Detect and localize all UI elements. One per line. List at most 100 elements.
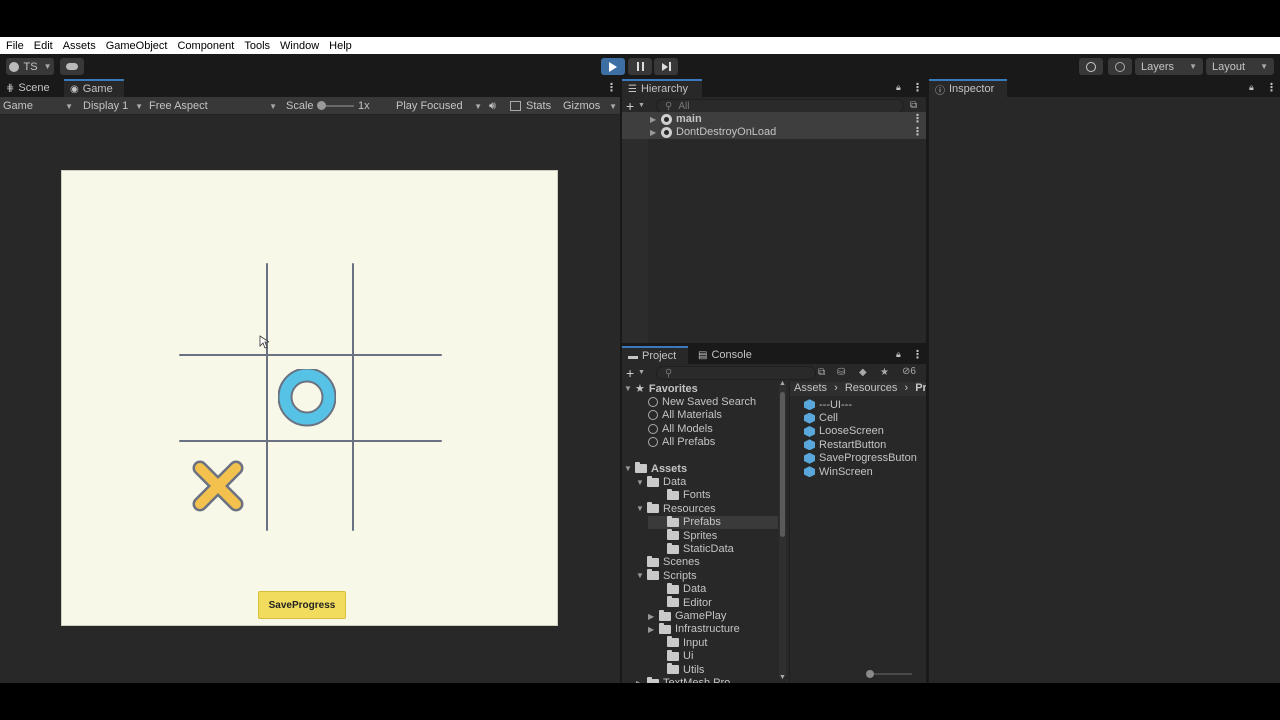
expand-arrow-icon[interactable]: ▶	[650, 128, 661, 137]
asset-folder-infrastructure[interactable]: ▶ Infrastructure	[648, 622, 740, 636]
scale-slider-handle[interactable]	[317, 101, 326, 110]
menu-file[interactable]: File	[4, 40, 30, 52]
o-piece-icon[interactable]	[278, 369, 336, 427]
asset-folder-resources[interactable]: ▼ Resources	[636, 502, 716, 515]
breadcrumb-item[interactable]: Pref	[915, 382, 926, 394]
tree-scrollbar[interactable]: ▲ ▼	[779, 380, 786, 681]
scroll-up-icon[interactable]: ▲	[779, 380, 786, 387]
lock-icon[interactable]: 🔒︎	[896, 82, 901, 93]
save-progress-button[interactable]: SaveProgress	[258, 591, 346, 619]
tab-hierarchy[interactable]: ☰ Hierarchy	[622, 79, 702, 97]
more-options-icon[interactable]: ⋮	[912, 112, 923, 125]
menu-edit[interactable]: Edit	[32, 40, 59, 52]
asset-folder-prefabs[interactable]: Prefabs	[648, 515, 778, 529]
chevron-down-icon[interactable]: ▼	[636, 504, 647, 513]
scene-visibility-icon[interactable]: ⧉	[910, 100, 917, 111]
hierarchy-item-dontdestroyonload[interactable]: ▶ DontDestroyOnLoad ⋮	[622, 125, 926, 139]
view-dropdown[interactable]: Game ▼	[3, 99, 73, 113]
expand-arrow-icon[interactable]: ▼	[624, 464, 635, 473]
chevron-right-icon[interactable]: ▶	[636, 679, 647, 683]
tab-console[interactable]: ▤ Console	[692, 346, 758, 364]
favorite-star-icon[interactable]: ★	[880, 367, 889, 378]
prefab-file[interactable]: Cell	[804, 411, 838, 424]
prefab-file[interactable]: LooseScreen	[804, 425, 884, 438]
hierarchy-search-input[interactable]: ⚲ All	[656, 99, 904, 113]
play-mode-dropdown[interactable]: Play Focused ▼	[396, 99, 482, 113]
cloud-button[interactable]	[60, 58, 84, 75]
asset-folder-fonts[interactable]: Fonts	[648, 488, 711, 502]
lock-icon[interactable]: 🔒︎	[896, 349, 901, 360]
tab-game[interactable]: ◉ Game	[64, 79, 124, 97]
gizmos-dropdown[interactable]: Gizmos ▼	[563, 99, 617, 113]
search-scope-icon[interactable]: ⧉	[818, 367, 825, 378]
stats-toggle-button[interactable]: Stats	[510, 99, 551, 113]
tab-scene[interactable]: ⋕ Scene	[0, 79, 56, 97]
account-dropdown[interactable]: TS ▼	[6, 58, 54, 75]
x-piece-icon[interactable]	[190, 458, 248, 516]
menu-gameobject[interactable]: GameObject	[104, 40, 174, 52]
assets-header[interactable]: ▼ Assets	[624, 462, 687, 475]
asset-folder-ui[interactable]: Ui	[648, 649, 693, 663]
filter-label-icon[interactable]: ◆	[859, 367, 867, 378]
hidden-packages-icon[interactable]: ⊘6	[902, 366, 916, 377]
chevron-down-icon[interactable]: ▼	[638, 369, 645, 376]
layers-dropdown[interactable]: Layers ▼	[1135, 58, 1203, 75]
icon-size-slider-track[interactable]	[868, 673, 912, 675]
prefab-file[interactable]: RestartButton	[804, 438, 886, 451]
project-search-input[interactable]: ⚲	[656, 366, 816, 380]
menu-help[interactable]: Help	[327, 40, 358, 52]
favorites-header[interactable]: ▼ ★ Favorites	[624, 382, 698, 396]
more-options-icon[interactable]: ⋮	[1266, 81, 1277, 94]
asset-folder-staticdata[interactable]: StaticData	[648, 542, 734, 555]
more-options-icon[interactable]: ⋮	[606, 81, 617, 94]
chevron-down-icon[interactable]: ▼	[636, 478, 647, 487]
add-icon[interactable]: +	[626, 365, 634, 381]
display-dropdown[interactable]: Display 1 ▼	[83, 99, 143, 113]
asset-folder-data[interactable]: Data	[648, 582, 706, 596]
layout-dropdown[interactable]: Layout ▼	[1206, 58, 1274, 75]
search-button[interactable]	[1108, 58, 1132, 75]
mute-audio-button[interactable]: 🔊︎	[489, 99, 496, 113]
more-options-icon[interactable]: ⋮	[912, 348, 923, 361]
chevron-down-icon[interactable]: ▼	[638, 102, 645, 109]
chevron-right-icon[interactable]: ▶	[648, 625, 659, 634]
asset-folder-textmesh-pro[interactable]: ▶ TextMesh Pro	[636, 676, 730, 683]
chevron-right-icon[interactable]: ▶	[648, 612, 659, 621]
breadcrumb-item[interactable]: Assets	[794, 382, 827, 394]
more-options-icon[interactable]: ⋮	[912, 125, 923, 138]
tree-scrollbar-thumb[interactable]	[780, 392, 785, 537]
asset-folder-scripts[interactable]: ▼ Scripts	[636, 569, 697, 582]
asset-folder-gameplay[interactable]: ▶ GamePlay	[648, 609, 726, 622]
asset-folder-data[interactable]: ▼ Data	[636, 475, 686, 488]
tree-divider[interactable]	[789, 382, 790, 683]
asset-folder-utils[interactable]: Utils	[648, 663, 704, 676]
filter-type-icon[interactable]: ⛁	[837, 367, 845, 378]
menu-component[interactable]: Component	[175, 40, 240, 52]
favorite-item[interactable]: All Materials	[648, 409, 722, 422]
prefab-file[interactable]: ---UI---	[804, 398, 852, 411]
aspect-dropdown[interactable]: Free Aspect ▼	[149, 99, 277, 113]
menu-window[interactable]: Window	[278, 40, 325, 52]
icon-size-slider-handle[interactable]	[866, 670, 874, 678]
step-button[interactable]	[654, 58, 678, 75]
menu-tools[interactable]: Tools	[242, 40, 276, 52]
expand-arrow-icon[interactable]: ▼	[624, 384, 635, 393]
game-viewport[interactable]: SaveProgress	[61, 170, 558, 626]
tab-inspector[interactable]: ⓘ Inspector	[929, 79, 1007, 97]
expand-arrow-icon[interactable]: ▶	[650, 115, 661, 124]
asset-folder-input[interactable]: Input	[648, 636, 707, 649]
more-options-icon[interactable]: ⋮	[912, 81, 923, 94]
prefab-file[interactable]: SaveProgressButon	[804, 452, 917, 465]
favorite-item[interactable]: New Saved Search	[648, 395, 756, 408]
pause-button[interactable]	[628, 58, 652, 75]
history-button[interactable]	[1079, 58, 1103, 75]
tab-project[interactable]: ▬ Project	[622, 346, 688, 364]
asset-folder-scenes[interactable]: Scenes	[636, 555, 700, 569]
lock-icon[interactable]: 🔒︎	[1249, 82, 1254, 93]
asset-folder-sprites[interactable]: Sprites	[648, 529, 717, 542]
asset-folder-editor[interactable]: Editor	[648, 596, 712, 609]
hierarchy-item-main[interactable]: ▶ main ⋮	[622, 112, 926, 126]
play-button[interactable]	[601, 58, 625, 75]
scroll-down-icon[interactable]: ▼	[779, 674, 786, 681]
breadcrumb-item[interactable]: Resources	[845, 382, 898, 394]
